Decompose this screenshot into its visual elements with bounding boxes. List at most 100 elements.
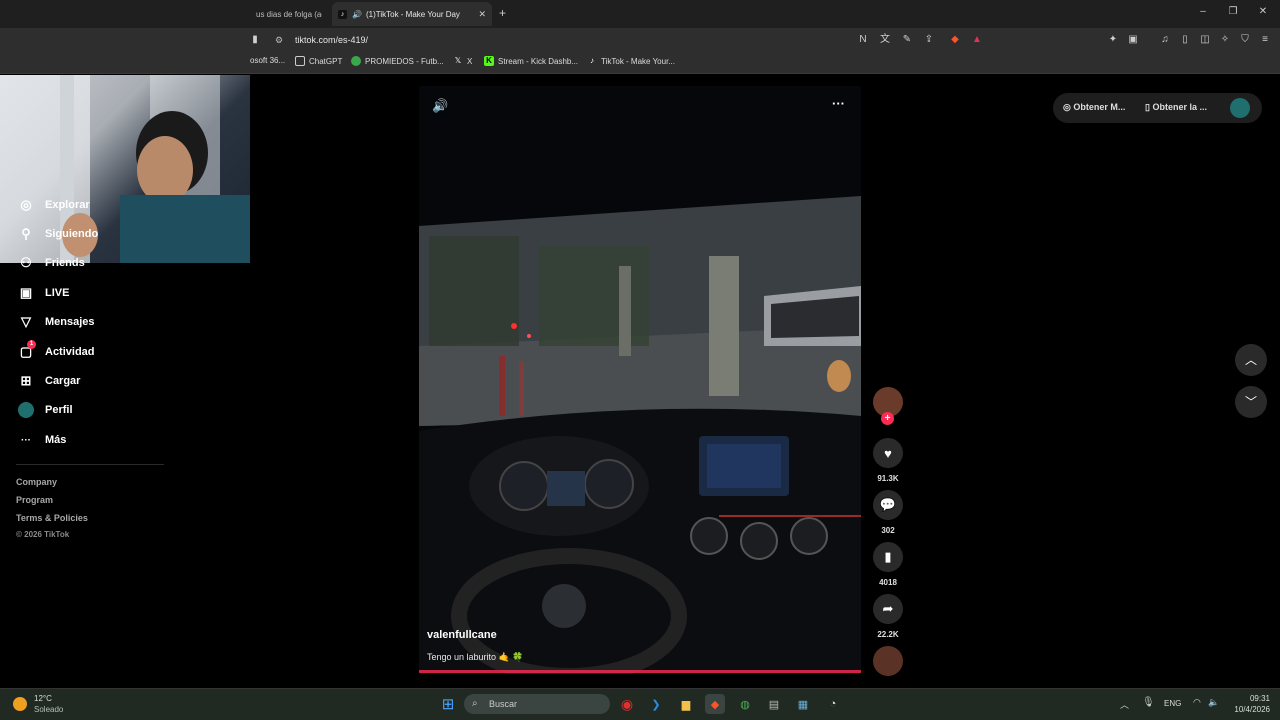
minimize-button[interactable]: – <box>1188 6 1218 17</box>
chevron-up-icon: ︿ <box>1244 353 1257 367</box>
send-icon: ▽ <box>21 314 31 329</box>
share-icon[interactable]: ⇪ <box>922 33 936 47</box>
taskbar-time[interactable]: 09:31 <box>1228 694 1270 703</box>
taskbar-date[interactable]: 10/4/2026 <box>1222 705 1270 714</box>
bookmark-promiedos[interactable]: PROMIEDOS - Futb... <box>351 56 444 66</box>
more-icon: ··· <box>21 434 31 446</box>
tab-title: us dias de folga (acc <box>256 9 322 19</box>
follow-plus-button[interactable]: + <box>881 412 894 425</box>
like-button[interactable]: ♥ <box>873 438 903 468</box>
music-disc-avatar[interactable] <box>873 646 903 676</box>
footer-program-link[interactable]: Program <box>16 495 53 505</box>
video-caption: Tengo un laburito 🤙 🍀 <box>427 652 524 662</box>
sidebar-item-label: Mensajes <box>45 316 95 328</box>
bookmark-label: Stream - Kick Dashb... <box>498 56 579 66</box>
browser-tab[interactable]: us dias de folga (acc <box>250 2 322 26</box>
coin-icon: ◎ <box>1063 102 1074 112</box>
sidebar-item-label: Friends <box>45 257 85 269</box>
wallet2-icon[interactable]: ◫ <box>1198 33 1212 47</box>
wifi-icon[interactable]: ◠ <box>1193 697 1201 708</box>
search-icon: ⌕ <box>472 698 478 709</box>
sidebar-item-cargar[interactable]: ⊞ Cargar <box>18 370 81 392</box>
obs-icon[interactable]: ◔ <box>823 694 843 714</box>
volume-icon[interactable]: 🔈 <box>1208 697 1219 708</box>
record-app-icon[interactable]: ◉ <box>617 694 637 714</box>
taskbar-search[interactable]: ⌕ Buscar <box>464 694 610 714</box>
no-tracking-icon[interactable]: N <box>856 33 870 47</box>
windows-start-icon[interactable]: ⊞ <box>438 694 458 714</box>
restore-button[interactable]: ❐ <box>1218 6 1248 17</box>
sidebar-item-label: Perfil <box>45 404 73 416</box>
sidebar-item-label: Siguiendo <box>45 228 99 240</box>
bookmark-tiktok[interactable]: ♪ TikTok - Make Your... <box>587 56 675 66</box>
volume-icon[interactable]: 🔊 <box>432 98 448 114</box>
save-button[interactable]: ▮ <box>873 542 903 572</box>
avatar[interactable] <box>1230 98 1250 118</box>
speaker-icon: 🔊 <box>352 9 362 19</box>
sidebar-item-perfil[interactable]: Perfil <box>18 399 73 421</box>
vpn-icon[interactable]: ⛉ <box>1238 33 1252 47</box>
save-count: 4018 <box>879 578 897 587</box>
brave-shield-icon[interactable]: ◆ <box>948 33 962 47</box>
friends-icon: ⚇ <box>20 255 32 270</box>
share-button[interactable]: ➦ <box>873 594 903 624</box>
sidebar-item-siguiendo[interactable]: ⚲ Siguiendo <box>18 223 98 245</box>
brave-browser-icon[interactable]: ◆ <box>705 694 725 714</box>
get-app-label: Obtener la ... <box>1152 102 1207 112</box>
brave-rewards-icon[interactable]: ▲ <box>970 33 984 47</box>
bookmark-chatgpt[interactable]: ChatGPT <box>295 56 342 66</box>
video-progress-bar[interactable] <box>419 670 861 673</box>
previous-video-button[interactable]: ︿ <box>1235 344 1267 376</box>
tray-chevron-up-icon[interactable]: ︿ <box>1120 698 1129 711</box>
video-player[interactable]: 🔊 ··· valenfullcane Tengo un laburito 🤙 … <box>419 86 861 674</box>
site-info-icon[interactable]: ⚙ <box>275 31 283 49</box>
x-icon: 𝕏 <box>454 56 462 65</box>
bookmark-label: osoft 36... <box>250 56 286 65</box>
edit-icon[interactable]: ✎ <box>900 33 914 47</box>
wallet-icon[interactable]: ▣ <box>1126 33 1140 47</box>
media-icon[interactable]: ♫ <box>1158 33 1172 47</box>
bookmark-icon[interactable]: ▮ <box>248 33 262 47</box>
url-text: tiktok.com/es-419/ <box>295 35 369 45</box>
comment-button[interactable]: 💬 <box>873 490 903 520</box>
sidebar-item-actividad[interactable]: ▢ 1 Actividad <box>18 340 95 363</box>
sidebar-item-mas[interactable]: ··· Más <box>18 429 66 451</box>
video-username[interactable]: valenfullcane <box>427 629 497 641</box>
translate-icon[interactable]: 文 <box>878 33 892 47</box>
file-explorer-icon[interactable]: ▆ <box>676 694 696 714</box>
bookmark-x[interactable]: 𝕏X <box>453 56 473 66</box>
get-coins-button[interactable]: ◎ Obtener M... <box>1063 102 1125 113</box>
sidebar-item-label: Actividad <box>45 346 95 358</box>
store-icon[interactable]: ▤ <box>764 694 784 714</box>
weather-temp[interactable]: 12°C <box>34 694 52 703</box>
chrome-icon[interactable]: ◍ <box>735 694 755 714</box>
sidebar-item-explorar[interactable]: ◎ Explorar <box>18 194 90 216</box>
close-tab-icon[interactable]: ✕ <box>478 9 486 20</box>
tiktok-icon: ♪ <box>338 9 347 19</box>
weather-sun-icon[interactable] <box>13 697 27 711</box>
microphone-icon[interactable]: 🎙 <box>1142 697 1155 708</box>
activity-icon: ▢ 1 <box>18 340 36 360</box>
language-indicator[interactable]: ENG <box>1164 699 1181 708</box>
get-app-button[interactable]: ▯ Obtener la ... <box>1145 102 1207 113</box>
close-window-button[interactable]: ✕ <box>1248 6 1278 17</box>
leo-ai-icon[interactable]: ✧ <box>1218 33 1232 47</box>
menu-icon[interactable]: ≡ <box>1258 33 1272 47</box>
footer-terms-link[interactable]: Terms & Policies <box>16 513 88 523</box>
sidebar-item-live[interactable]: ▣ LIVE <box>18 282 70 304</box>
sidebar-item-label: Explorar <box>45 199 90 211</box>
vscode-icon[interactable]: ❯ <box>646 694 666 714</box>
extensions-icon[interactable]: ✦ <box>1106 33 1120 47</box>
sidebar-item-mensajes[interactable]: ▽ Mensajes <box>18 311 95 333</box>
browser-tab-active[interactable]: ♪ 🔊 (1)TikTok - Make Your Day ✕ <box>332 2 492 26</box>
next-video-button[interactable]: ﹀ <box>1235 386 1267 418</box>
person-icon: ⚲ <box>21 226 31 241</box>
footer-company-link[interactable]: Company <box>16 477 57 487</box>
more-options-icon[interactable]: ··· <box>832 96 845 111</box>
sidebar-toggle-icon[interactable]: ▯ <box>1178 33 1192 47</box>
sidebar-item-friends[interactable]: ⚇ Friends <box>18 252 85 274</box>
bookmark-microsoft[interactable]: osoft 36... <box>250 56 285 65</box>
network-app-icon[interactable]: ▦ <box>793 694 813 714</box>
bookmark-kick[interactable]: K Stream - Kick Dashb... <box>484 56 578 66</box>
new-tab-button[interactable]: + <box>499 6 506 20</box>
